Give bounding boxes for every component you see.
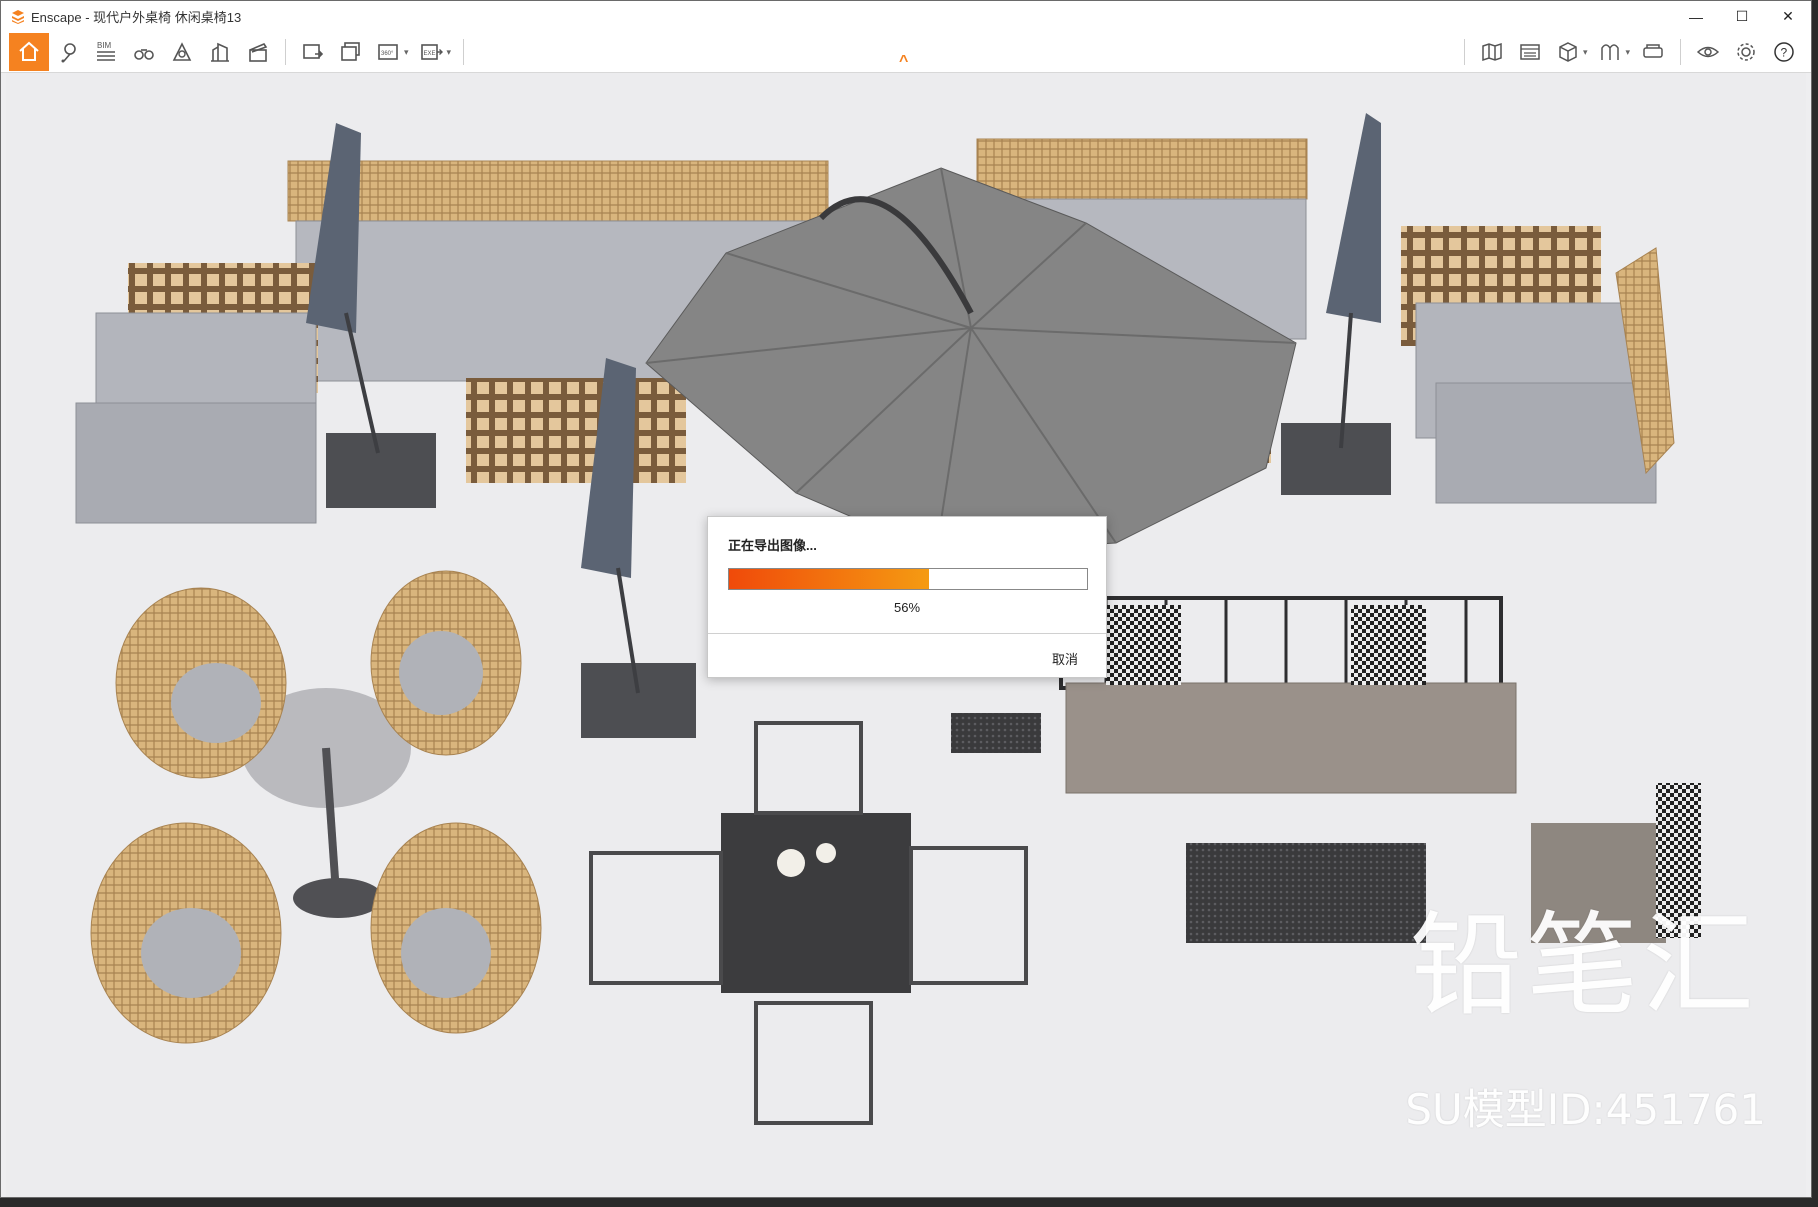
vr-headset-button[interactable] [1637, 35, 1669, 69]
watermark-model-id: SU模型ID:451761 [1405, 1085, 1766, 1134]
screenshot-button[interactable] [297, 35, 329, 69]
maximize-button[interactable]: ☐ [1719, 1, 1765, 32]
asset-library-button[interactable] [1514, 35, 1546, 69]
batch-render-button[interactable] [335, 35, 367, 69]
close-button[interactable]: ✕ [1765, 1, 1811, 32]
svg-text:?: ? [1781, 46, 1788, 60]
location-pin-button[interactable] [52, 35, 84, 69]
svg-text:EXE: EXE [423, 51, 435, 57]
toolbar-separator [285, 39, 286, 65]
window-title: Enscape - 现代户外桌椅 休闲桌椅13 [31, 10, 242, 25]
toolbar-separator [1463, 39, 1465, 65]
watermark-brand: 铅笔汇 [1410, 901, 1758, 1031]
progress-bar-fill [729, 569, 930, 589]
minimize-button[interactable]: — [1673, 1, 1719, 32]
sun-icon [172, 42, 192, 61]
home-button[interactable] [9, 33, 49, 71]
enscape-window: Enscape - 现代户外桌椅 休闲桌椅13 — ☐ ✕ BIM 360° ▾… [0, 0, 1812, 1198]
export-exe-button[interactable]: EXE [416, 35, 448, 69]
location-pin-icon [61, 43, 76, 63]
map-button[interactable] [1476, 35, 1508, 69]
export-progress-dialog: 正在导出图像... 56% 取消 [707, 516, 1107, 678]
svg-text:360°: 360° [381, 51, 394, 57]
materials-button[interactable] [1594, 35, 1626, 69]
batch-render-icon [341, 42, 360, 61]
window-controls: — ☐ ✕ [1673, 1, 1811, 32]
visual-settings-button[interactable] [1692, 35, 1724, 69]
bim-button[interactable]: BIM [90, 35, 122, 69]
cancel-button[interactable]: 取消 [1052, 649, 1078, 668]
binoculars-icon [134, 49, 154, 60]
sun-position-button[interactable] [166, 35, 198, 69]
vr-headset-icon [1643, 44, 1663, 58]
materials-icon [1601, 44, 1620, 60]
title-bar: Enscape - 现代户外桌椅 休闲桌椅13 — ☐ ✕ [1, 1, 1811, 32]
map-icon [1482, 42, 1502, 62]
buildings-button[interactable] [204, 35, 236, 69]
export-exe-icon: EXE [420, 44, 443, 60]
enscape-logo-icon [12, 9, 24, 24]
help-icon: ? [1774, 42, 1794, 62]
clapper-icon [249, 43, 268, 62]
cube-view-icon [1559, 42, 1577, 62]
screenshot-icon [303, 44, 324, 59]
bim-icon: BIM [97, 41, 115, 61]
panorama-button[interactable]: 360° [373, 35, 405, 69]
asset-library-icon [1520, 44, 1540, 60]
progress-percent: 56% [893, 600, 921, 615]
toolbar-separator [463, 39, 465, 65]
buildings-icon [211, 42, 229, 62]
binoculars-button[interactable] [128, 35, 160, 69]
cube-view-button[interactable] [1552, 35, 1584, 69]
progress-bar [728, 568, 1088, 590]
svg-text:BIM: BIM [97, 41, 112, 50]
video-editor-button[interactable] [242, 35, 274, 69]
toolbar-right-group: ▾ ▾ ? [1456, 32, 1803, 72]
collapse-toolbar-chevron-icon[interactable]: ^ [899, 53, 908, 71]
panorama-icon: 360° [378, 44, 398, 60]
toolbar-separator [1680, 39, 1681, 65]
help-button[interactable]: ? [1768, 35, 1800, 69]
dialog-title: 正在导出图像... [728, 538, 817, 553]
settings-button[interactable] [1730, 35, 1762, 69]
visual-settings-eye-icon [1696, 46, 1720, 58]
settings-gear-icon [1737, 43, 1755, 61]
home-icon [19, 41, 39, 61]
dialog-divider [708, 633, 1106, 634]
